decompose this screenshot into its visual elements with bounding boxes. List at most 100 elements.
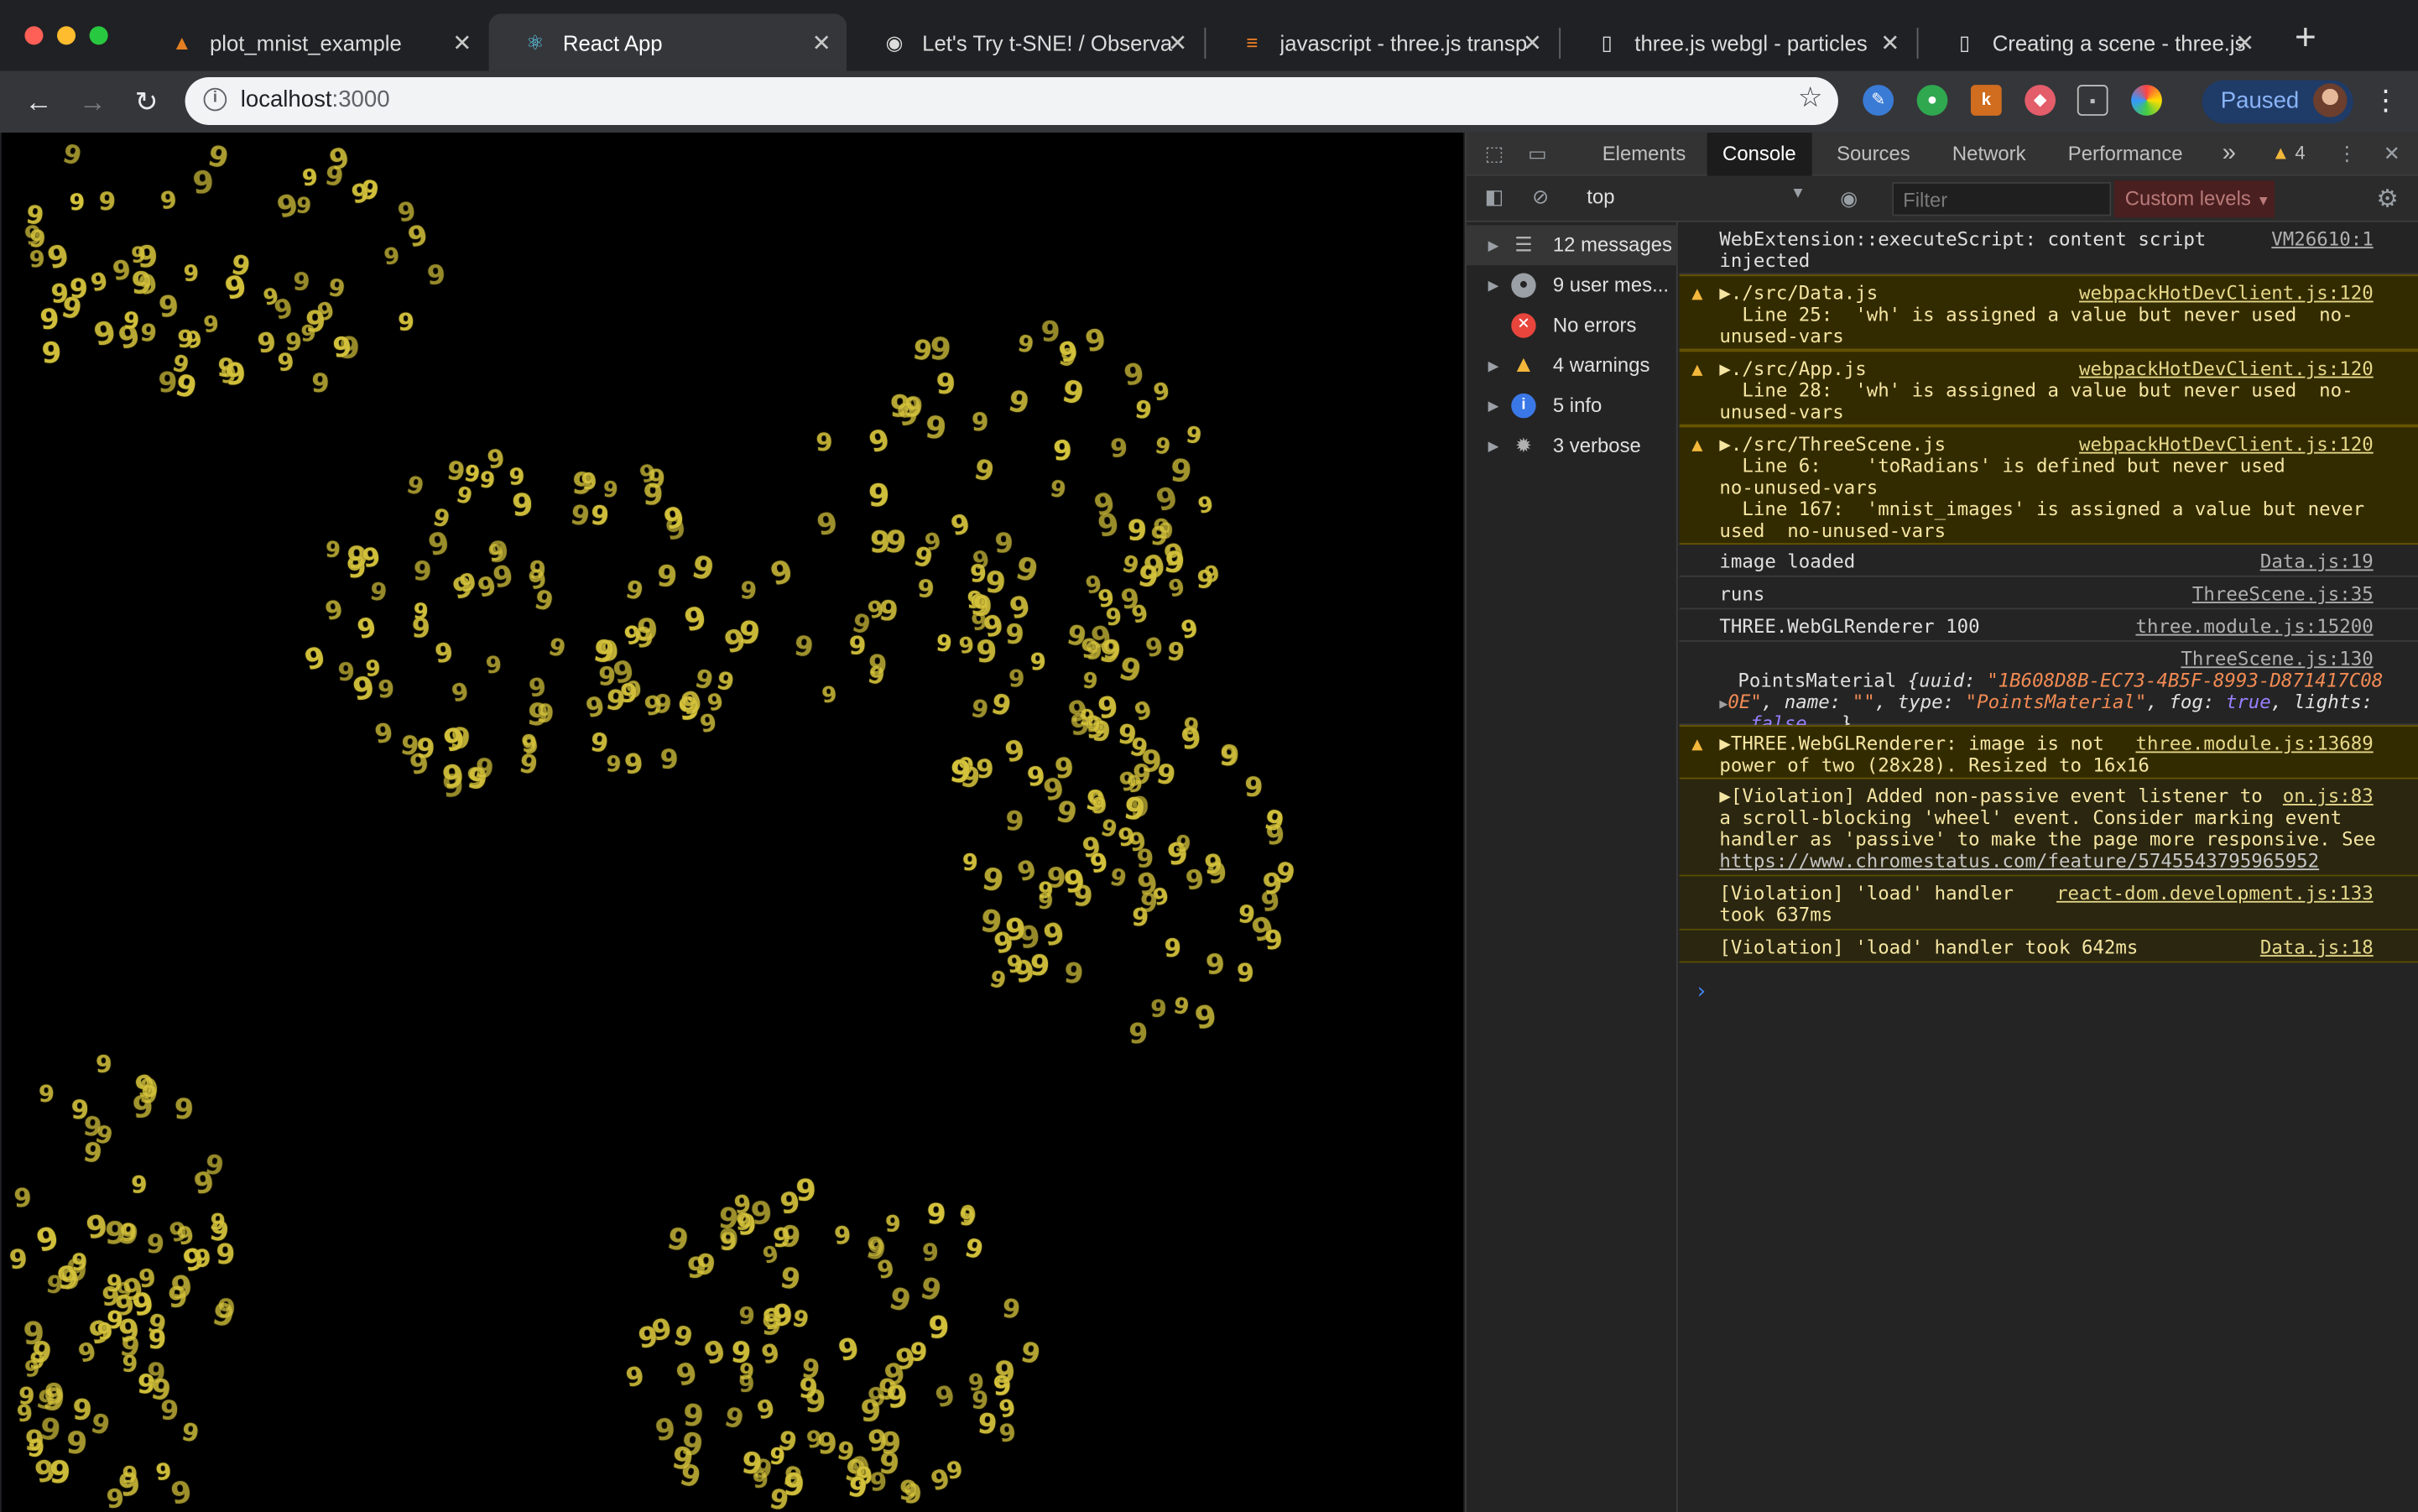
- console-message[interactable]: WebExtension::executeScript: content scr…: [1679, 222, 2418, 275]
- digit-particle: 9: [260, 284, 281, 312]
- inspect-element-icon[interactable]: ⬚: [1482, 142, 1506, 166]
- close-window-button[interactable]: [24, 26, 44, 45]
- sidebar-item-errors[interactable]: ✕ No errors: [1467, 305, 1678, 346]
- source-link[interactable]: Data.js:19: [2260, 550, 2374, 572]
- console-message[interactable]: ▶[Violation] Added non-passive event lis…: [1679, 779, 2418, 877]
- close-icon[interactable]: ✕: [2235, 29, 2254, 57]
- expand-arrow-icon[interactable]: ▶: [1488, 346, 1499, 386]
- url-text[interactable]: localhost:3000: [241, 86, 390, 112]
- extension-shield-icon[interactable]: ◆: [2025, 85, 2056, 116]
- sidebar-item-warnings[interactable]: ▶ ▲ 4 warnings: [1467, 346, 1678, 386]
- webgl-canvas[interactable]: 9999999999999999999999999999999999999999…: [1, 133, 1464, 1512]
- source-link[interactable]: webpackHotDevClient.js:120: [2079, 282, 2374, 304]
- source-link[interactable]: ThreeScene.js:35: [2192, 583, 2374, 605]
- digit-particle: 9: [759, 1337, 783, 1370]
- console-message[interactable]: THREE.WebGLRenderer 100 three.module.js:…: [1679, 609, 2418, 642]
- minimize-window-button[interactable]: [57, 26, 76, 45]
- tab-sources[interactable]: Sources: [1821, 133, 1926, 175]
- tab-performance[interactable]: Performance: [2052, 133, 2198, 175]
- tab-elements[interactable]: Elements: [1587, 133, 1701, 175]
- console-prompt[interactable]: ›: [1695, 981, 1708, 1003]
- source-link[interactable]: react-dom.development.js:133: [2056, 883, 2374, 905]
- source-link[interactable]: three.module.js:13689: [2135, 733, 2373, 754]
- extension-rainbow-icon[interactable]: [2131, 85, 2162, 116]
- chevron-down-icon[interactable]: ▼: [1790, 185, 1806, 202]
- console-object-message[interactable]: ThreeScene.js:130 PointsMaterial {uuid: …: [1679, 642, 2418, 734]
- uuid-value: "1B608D8B-EC73-4B5F-8993-D871417C08: [1987, 670, 2384, 691]
- tab-threejs-particles[interactable]: ▯ three.js webgl - particles ✕: [1561, 14, 1915, 71]
- source-link[interactable]: Data.js:18: [2260, 936, 2374, 958]
- tab-observable[interactable]: ◉ Let's Try t-SNE! / Observa ✕: [848, 14, 1203, 71]
- digit-particle: 9: [579, 468, 598, 497]
- object-preview[interactable]: PointsMaterial {uuid: "1B608D8B-EC73-4B5…: [1738, 670, 2383, 691]
- browser-menu-icon[interactable]: ⋮: [2372, 85, 2400, 117]
- tab-console[interactable]: Console: [1707, 133, 1812, 176]
- tab-network[interactable]: Network: [1937, 133, 2041, 175]
- source-link[interactable]: ThreeScene.js:130: [2181, 648, 2373, 670]
- avatar[interactable]: [2313, 83, 2348, 117]
- extension-pip-icon[interactable]: ▪: [2077, 85, 2108, 116]
- extension-k-icon[interactable]: k: [1970, 85, 2002, 116]
- tab-stackoverflow[interactable]: ≡ javascript - three.js transp ✕: [1206, 14, 1557, 71]
- live-expression-eye-icon[interactable]: ◉: [1837, 186, 1861, 211]
- tab-threejs-scene[interactable]: ▯ Creating a scene - three.js ✕: [1918, 14, 2269, 71]
- source-link[interactable]: on.js:83: [2283, 785, 2374, 807]
- expand-arrow-icon[interactable]: ▶: [1488, 386, 1499, 426]
- more-tabs-icon[interactable]: »: [2207, 133, 2251, 175]
- console-warning[interactable]: ▲ ▶./src/ThreeScene.js Line 6: 'toRadian…: [1679, 425, 2418, 545]
- console-warning[interactable]: ▲ ▶./src/App.js Line 28: 'wh' is assigne…: [1679, 350, 2418, 426]
- source-link[interactable]: three.module.js:15200: [2135, 616, 2373, 638]
- devtools-menu-icon[interactable]: ⋮: [2335, 142, 2359, 166]
- filter-input[interactable]: [1894, 183, 2110, 215]
- bookmark-star-icon[interactable]: ☆: [1798, 81, 1823, 114]
- new-tab-button[interactable]: +: [2295, 19, 2316, 57]
- extension-feather-icon[interactable]: ✎: [1863, 85, 1894, 116]
- tab-plot-mnist[interactable]: ▲ plot_mnist_example ✕: [136, 14, 487, 71]
- console-warning[interactable]: ▲ ▶THREE.WebGLRenderer: image is not pow…: [1679, 725, 2418, 779]
- digit-particle: 9: [623, 1361, 647, 1394]
- filter-field[interactable]: [1892, 181, 2112, 216]
- log-levels-dropdown[interactable]: Custom levels ▼: [2113, 180, 2275, 218]
- source-link[interactable]: webpackHotDevClient.js:120: [2079, 434, 2374, 456]
- console-input[interactable]: [1719, 975, 2398, 1009]
- expand-arrow-icon[interactable]: ▶: [1488, 265, 1499, 305]
- close-icon[interactable]: ✕: [452, 29, 472, 57]
- digit-particle: 9: [24, 1424, 46, 1458]
- console-message[interactable]: [Violation] 'load' handler took 642ms Da…: [1679, 930, 2418, 963]
- tab-react-app[interactable]: ⚛ React App ✕: [488, 13, 847, 71]
- extension-green-icon[interactable]: ●: [1916, 85, 1948, 116]
- forward-button[interactable]: →: [74, 83, 111, 120]
- sidebar-item-messages[interactable]: ▶ ☰ 12 messages: [1466, 225, 1678, 266]
- console-message[interactable]: image loaded Data.js:19: [1679, 545, 2418, 577]
- sidebar-toggle-icon[interactable]: ◧: [1482, 185, 1506, 210]
- sidebar-item-info[interactable]: ▶ i 5 info: [1467, 386, 1678, 426]
- chromestatus-link[interactable]: https://www.chromestatus.com/feature/574…: [1719, 850, 2319, 872]
- back-button[interactable]: ←: [20, 83, 57, 120]
- console-message[interactable]: [Violation] 'load' handler took 637ms re…: [1679, 876, 2418, 931]
- source-link[interactable]: webpackHotDevClient.js:120: [2079, 358, 2374, 380]
- digit-particle: 9: [1041, 316, 1061, 350]
- device-toolbar-icon[interactable]: ▭: [1525, 142, 1550, 166]
- console-warning[interactable]: ▲ ▶./src/Data.js Line 25: 'wh' is assign…: [1679, 274, 2418, 351]
- close-icon[interactable]: ✕: [1168, 29, 1187, 57]
- sidebar-label: No errors: [1552, 313, 1637, 336]
- close-icon[interactable]: ✕: [1523, 29, 1542, 57]
- context-selector[interactable]: top: [1587, 185, 1614, 209]
- close-devtools-icon[interactable]: ✕: [2379, 142, 2404, 166]
- warning-counter[interactable]: ▲ 4: [2271, 142, 2305, 164]
- info-icon[interactable]: i: [203, 87, 227, 112]
- clear-console-icon[interactable]: ⊘: [1528, 185, 1552, 210]
- close-icon[interactable]: ✕: [812, 29, 831, 57]
- expand-arrow-icon[interactable]: ▶: [1488, 426, 1499, 467]
- expand-arrow-icon[interactable]: ▶: [1488, 225, 1499, 265]
- sidebar-item-verbose[interactable]: ▶ ✹ 3 verbose: [1467, 426, 1678, 467]
- address-bar[interactable]: i localhost:3000 ☆: [185, 76, 1838, 125]
- sidebar-item-user-messages[interactable]: ▶ ● 9 user mes...: [1467, 265, 1678, 305]
- gear-icon[interactable]: ⚙: [2376, 184, 2398, 215]
- source-link[interactable]: VM26610:1: [2271, 228, 2373, 250]
- console-message[interactable]: runs ThreeScene.js:35: [1679, 577, 2418, 610]
- close-icon[interactable]: ✕: [1880, 29, 1899, 57]
- maximize-window-button[interactable]: [89, 26, 108, 45]
- digit-particle: 9: [1102, 635, 1123, 667]
- reload-button[interactable]: ↻: [128, 83, 165, 120]
